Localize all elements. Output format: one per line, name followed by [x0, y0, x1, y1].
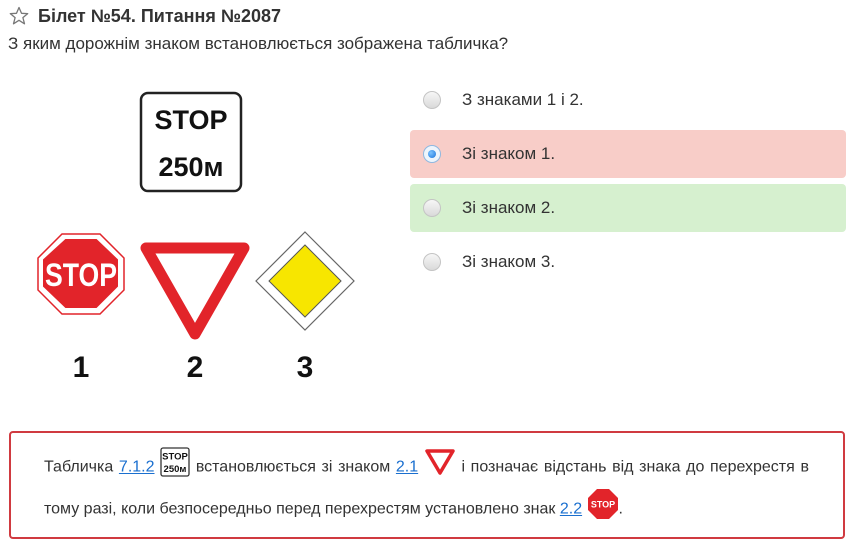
- answer-list: З знаками 1 і 2. Зі знаком 1. Зі знаком …: [410, 76, 846, 292]
- sign-label-3: 3: [297, 351, 314, 384]
- question-header: Білет №54. Питання №2087: [8, 4, 281, 28]
- answer-option-1[interactable]: З знаками 1 і 2.: [410, 76, 846, 124]
- radio-icon[interactable]: [423, 253, 441, 271]
- icon-plate-line2: 250м: [164, 464, 187, 475]
- radio-icon[interactable]: [423, 145, 441, 163]
- answer-label: З знаками 1 і 2.: [462, 90, 584, 109]
- question-text: З яким дорожнім знаком встановлюється зо…: [8, 34, 509, 53]
- plate-line2: 250м: [158, 152, 223, 182]
- answer-option-2[interactable]: Зі знаком 1.: [410, 130, 846, 178]
- question-image: STOP 250м STOP 1 2 3: [28, 78, 368, 413]
- rule-link-2-1[interactable]: 2.1: [396, 459, 418, 476]
- explanation-text: встановлюється зі знаком: [195, 458, 391, 476]
- explanation-text: Табличка: [44, 458, 114, 476]
- answer-option-3[interactable]: Зі знаком 2.: [410, 184, 846, 232]
- answer-label: Зі знаком 3.: [462, 252, 556, 271]
- plate-sign-icon: STOP 250м: [139, 91, 243, 193]
- stop-sign-icon: STOP: [587, 488, 619, 531]
- ticket-title: Білет №54. Питання №2087: [38, 5, 281, 26]
- radio-icon[interactable]: [423, 199, 441, 217]
- answer-label: Зі знаком 1.: [462, 144, 556, 163]
- stop-sign-text: STOP: [45, 257, 117, 293]
- sign-label-1: 1: [73, 351, 90, 384]
- radio-icon[interactable]: [423, 91, 441, 109]
- star-icon[interactable]: [8, 5, 30, 27]
- explanation-box: Табличка 7.1.2 STOP 250м встановлюється …: [9, 431, 845, 539]
- yield-sign-icon: [424, 448, 456, 487]
- plate-line1: STOP: [154, 105, 227, 135]
- explanation-text: .: [618, 500, 623, 518]
- plate-sign-icon: STOP 250м: [160, 447, 190, 488]
- rule-link-2-2[interactable]: 2.2: [560, 501, 582, 518]
- rule-link-7-1-2[interactable]: 7.1.2: [119, 459, 155, 476]
- answer-option-4[interactable]: Зі знаком 3.: [410, 238, 846, 286]
- answer-label: Зі знаком 2.: [462, 198, 556, 217]
- icon-stop-text: STOP: [590, 500, 614, 510]
- icon-plate-line1: STOP: [162, 452, 188, 463]
- sign-label-2: 2: [187, 351, 204, 384]
